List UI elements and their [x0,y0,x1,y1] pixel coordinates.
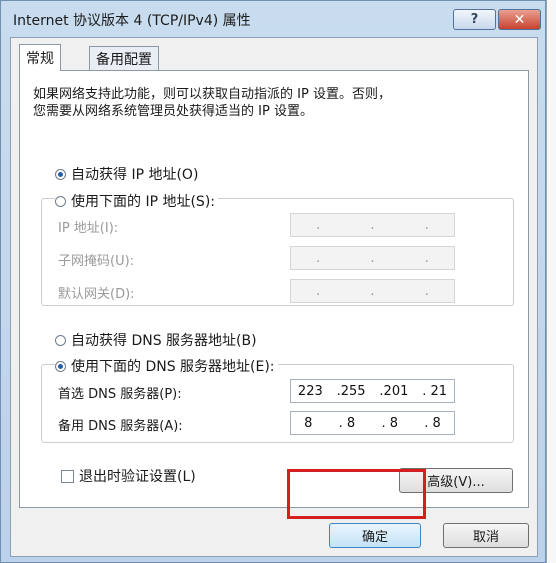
preferred-dns-field[interactable]: 223 .255 .201 . 21 [290,379,455,403]
manual-dns-radio[interactable]: 使用下面的 DNS 服务器地址(E): [55,356,278,376]
auto-ip-label: 自动获得 IP 地址(O) [71,167,199,183]
preferred-dns-label: 首选 DNS 服务器(P): [58,387,182,402]
description-line-1: 如果网络支持此功能，则可以获取自动指派的 IP 设置。否则， [33,87,391,102]
manual-dns-label: 使用下面的 DNS 服务器地址(E): [71,359,275,375]
tab-alternate-config[interactable]: 备用配置 [89,46,159,70]
radio-unselected-icon [55,334,66,346]
dialog-window: Internet 协议版本 4 (TCP/IPv4) 属性 ? ✕ 常规 备用配… [0,0,546,563]
manual-ip-label: 使用下面的 IP 地址(S): [71,194,215,210]
help-button[interactable]: ? [453,9,496,30]
manual-ip-radio[interactable]: 使用下面的 IP 地址(S): [55,191,218,211]
default-gateway-label: 默认网关(D): [58,287,135,302]
ip-address-field[interactable]: . . . [290,213,455,237]
ip-address-label: IP 地址(I): [58,221,119,236]
auto-dns-radio[interactable]: 自动获得 DNS 服务器地址(B) [55,330,257,350]
description-text: 如果网络支持此功能，则可以获取自动指派的 IP 设置。否则， 您需要从网络系统管… [33,86,391,120]
tab-general[interactable]: 常规 [19,44,61,71]
validate-on-exit-checkbox[interactable]: 退出时验证设置(L) [61,466,196,486]
auto-ip-radio[interactable]: 自动获得 IP 地址(O) [55,164,198,184]
radio-selected-icon [55,360,66,372]
subnet-mask-label: 子网掩码(U): [58,254,135,269]
window-title: Internet 协议版本 4 (TCP/IPv4) 属性 [13,13,251,29]
close-button[interactable]: ✕ [498,9,541,30]
validate-on-exit-label: 退出时验证设置(L) [79,469,196,485]
radio-selected-icon [55,168,66,180]
alternate-dns-field[interactable]: 8 . 8 . 8 . 8 [290,411,455,435]
checkbox-icon [61,469,74,483]
subnet-mask-field[interactable]: . . . [290,246,455,270]
default-gateway-field[interactable]: . . . [290,279,455,303]
dialog-client-area: 常规 备用配置 如果网络支持此功能，则可以获取自动指派的 IP 设置。否则， 您… [10,37,538,557]
ok-highlight-box [287,469,426,519]
ok-button[interactable]: 确定 [329,523,421,548]
title-bar[interactable]: Internet 协议版本 4 (TCP/IPv4) 属性 ? ✕ [1,1,545,37]
alternate-dns-label: 备用 DNS 服务器(A): [58,419,183,434]
description-line-2: 您需要从网络系统管理员处获得适当的 IP 设置。 [33,104,313,119]
background-window-edge [546,0,556,563]
radio-unselected-icon [55,195,66,207]
ip-address-group: IP 地址(I): . . . 子网掩码(U): . . . 默认网关(D): … [41,198,514,306]
auto-dns-label: 自动获得 DNS 服务器地址(B) [71,333,257,349]
cancel-button[interactable]: 取消 [443,523,529,548]
